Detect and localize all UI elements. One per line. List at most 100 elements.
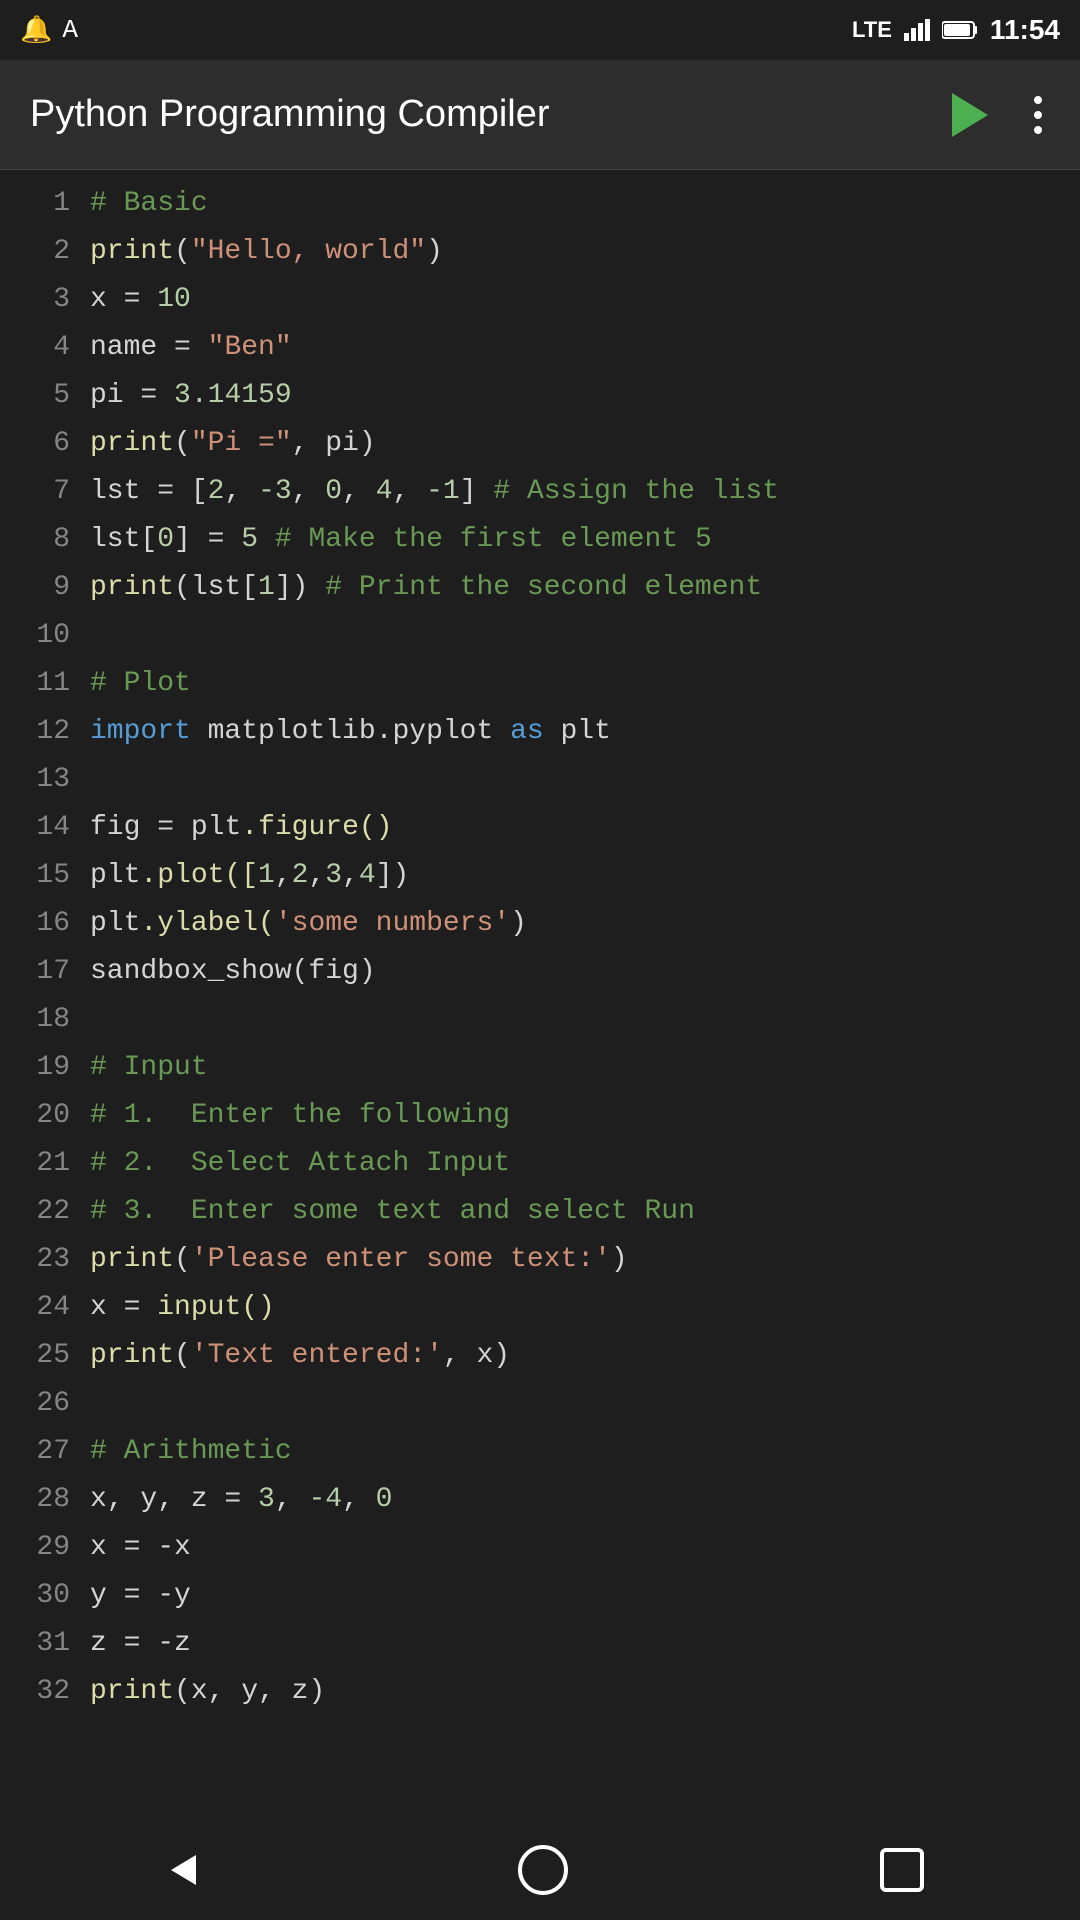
- account-icon: A: [62, 15, 78, 45]
- code-token: 0: [325, 476, 342, 507]
- line-number: 26: [0, 1380, 90, 1428]
- line-code[interactable]: sandbox_show(fig): [90, 948, 1080, 995]
- code-line-12: 12import matplotlib.pyplot as plt: [0, 708, 1080, 756]
- code-token: # 1. Enter the following: [90, 1100, 510, 1131]
- code-line-3: 3x = 10: [0, 276, 1080, 324]
- code-line-9: 9print(lst[1]) # Print the second elemen…: [0, 564, 1080, 612]
- code-token: ): [510, 908, 527, 939]
- line-code[interactable]: [90, 612, 1080, 614]
- code-line-7: 7lst = [2, -3, 0, 4, -1] # Assign the li…: [0, 468, 1080, 516]
- code-token: # Plot: [90, 668, 191, 699]
- app-title: Python Programming Compiler: [30, 93, 550, 136]
- line-code[interactable]: plt.ylabel('some numbers'): [90, 900, 1080, 947]
- line-code[interactable]: # Input: [90, 1044, 1080, 1091]
- code-token: plt: [191, 812, 241, 843]
- line-number: 16: [0, 900, 90, 948]
- line-code[interactable]: # Basic: [90, 180, 1080, 227]
- line-code[interactable]: [90, 1380, 1080, 1382]
- code-token: ,: [275, 860, 292, 891]
- code-token: ,: [308, 860, 325, 891]
- code-line-18: 18: [0, 996, 1080, 1044]
- code-token: 5: [241, 524, 258, 555]
- back-button[interactable]: [156, 1845, 206, 1895]
- app-bar-actions: [944, 85, 1050, 145]
- code-token: sandbox_show(fig): [90, 956, 376, 987]
- code-line-24: 24x = input(): [0, 1284, 1080, 1332]
- code-editor: 1# Basic2print("Hello, world")3x = 104na…: [0, 170, 1080, 1726]
- code-token: # Arithmetic: [90, 1436, 292, 1467]
- code-token: ,: [342, 860, 359, 891]
- code-line-11: 11# Plot: [0, 660, 1080, 708]
- line-code[interactable]: # 1. Enter the following: [90, 1092, 1080, 1139]
- code-token: 2: [208, 476, 225, 507]
- code-line-32: 32print(x, y, z): [0, 1668, 1080, 1716]
- line-code[interactable]: # Arithmetic: [90, 1428, 1080, 1475]
- line-code[interactable]: x = -x: [90, 1524, 1080, 1571]
- code-token: [258, 524, 275, 555]
- line-code[interactable]: import matplotlib.pyplot as plt: [90, 708, 1080, 755]
- line-number: 20: [0, 1092, 90, 1140]
- line-code[interactable]: x, y, z = 3, -4, 0: [90, 1476, 1080, 1523]
- more-options-button[interactable]: [1026, 88, 1050, 142]
- code-line-10: 10: [0, 612, 1080, 660]
- line-code[interactable]: print('Please enter some text:'): [90, 1236, 1080, 1283]
- code-token: .ylabel(: [140, 908, 274, 939]
- line-code[interactable]: # Plot: [90, 660, 1080, 707]
- line-code[interactable]: print("Hello, world"): [90, 228, 1080, 275]
- line-code[interactable]: print(x, y, z): [90, 1668, 1080, 1715]
- code-token: , x): [443, 1340, 510, 1371]
- home-button[interactable]: [518, 1845, 568, 1895]
- line-number: 17: [0, 948, 90, 996]
- line-code[interactable]: lst = [2, -3, 0, 4, -1] # Assign the lis…: [90, 468, 1080, 515]
- line-number: 5: [0, 372, 90, 420]
- code-token: ,: [275, 1484, 309, 1515]
- code-token: 2: [292, 860, 309, 891]
- line-number: 27: [0, 1428, 90, 1476]
- line-code[interactable]: plt.plot([1,2,3,4]): [90, 852, 1080, 899]
- code-token: ]): [275, 572, 325, 603]
- line-code[interactable]: [90, 996, 1080, 998]
- line-number: 4: [0, 324, 90, 372]
- code-line-5: 5pi = 3.14159: [0, 372, 1080, 420]
- code-token: ,: [393, 476, 427, 507]
- code-token: # Make the first element 5: [275, 524, 712, 555]
- code-line-28: 28x, y, z = 3, -4, 0: [0, 1476, 1080, 1524]
- code-token: print: [90, 1244, 174, 1275]
- line-number: 19: [0, 1044, 90, 1092]
- code-token: print: [90, 1676, 174, 1707]
- line-number: 22: [0, 1188, 90, 1236]
- line-code[interactable]: y = -y: [90, 1572, 1080, 1619]
- status-bar: 🔔 A LTE 11:54: [0, 0, 1080, 60]
- line-code[interactable]: name = "Ben": [90, 324, 1080, 371]
- line-code[interactable]: # 3. Enter some text and select Run: [90, 1188, 1080, 1235]
- code-token: (: [174, 1244, 191, 1275]
- recents-button[interactable]: [880, 1848, 924, 1892]
- line-number: 15: [0, 852, 90, 900]
- code-token: 4: [359, 860, 376, 891]
- code-token: plt: [544, 716, 611, 747]
- code-line-29: 29x = -x: [0, 1524, 1080, 1572]
- line-code[interactable]: z = -z: [90, 1620, 1080, 1667]
- line-code[interactable]: pi = 3.14159: [90, 372, 1080, 419]
- line-number: 30: [0, 1572, 90, 1620]
- code-token: "Hello, world": [191, 236, 426, 267]
- line-code[interactable]: print(lst[1]) # Print the second element: [90, 564, 1080, 611]
- line-code[interactable]: print("Pi =", pi): [90, 420, 1080, 467]
- line-code[interactable]: x = 10: [90, 276, 1080, 323]
- code-token: z = -z: [90, 1628, 191, 1659]
- line-code[interactable]: x = input(): [90, 1284, 1080, 1331]
- code-token: "Ben": [208, 332, 292, 363]
- line-code[interactable]: lst[0] = 5 # Make the first element 5: [90, 516, 1080, 563]
- line-number: 31: [0, 1620, 90, 1668]
- code-token: ] =: [174, 524, 241, 555]
- code-token: 3: [258, 1484, 275, 1515]
- code-line-25: 25print('Text entered:', x): [0, 1332, 1080, 1380]
- line-code[interactable]: fig = plt.figure(): [90, 804, 1080, 851]
- nav-bar: [0, 1820, 1080, 1920]
- run-button[interactable]: [944, 85, 996, 145]
- line-code[interactable]: print('Text entered:', x): [90, 1332, 1080, 1379]
- code-token: plt: [90, 860, 140, 891]
- code-token: x, y, z =: [90, 1484, 258, 1515]
- line-code[interactable]: [90, 756, 1080, 758]
- line-code[interactable]: # 2. Select Attach Input: [90, 1140, 1080, 1187]
